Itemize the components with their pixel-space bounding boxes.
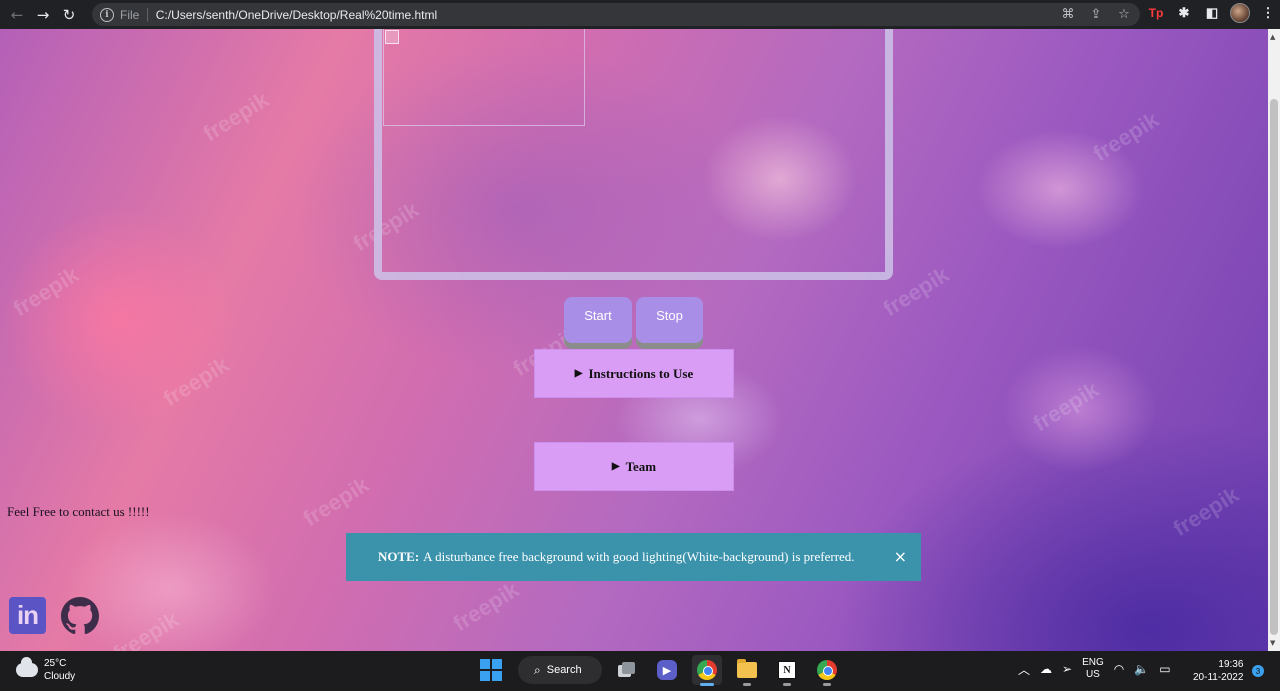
chrome-icon <box>697 660 717 680</box>
omnibox-separator: | <box>145 7 150 22</box>
chevron-up-icon[interactable]: ︿ <box>1018 661 1030 678</box>
windows-start-icon[interactable] <box>480 659 502 681</box>
watermark-text: freepik <box>8 261 84 322</box>
watermark-text: freepik <box>158 351 234 412</box>
url-text[interactable]: C:/Users/senth/OneDrive/Desktop/Real%20t… <box>156 8 437 22</box>
clock[interactable]: 19:36 20-11-2022 <box>1193 658 1243 684</box>
location-arrow-icon[interactable]: ➢ <box>1062 662 1072 676</box>
notion-icon: N <box>778 661 796 679</box>
disclosure-triangle-icon: ▶ <box>574 368 583 379</box>
instructions-details[interactable]: ▶ Instructions to Use <box>534 349 734 398</box>
clock-date: 20-11-2022 <box>1193 672 1244 683</box>
watermark-text: freepik <box>108 606 184 651</box>
onedrive-cloud-icon[interactable]: ☁ <box>1040 662 1052 676</box>
info-icon[interactable]: i <box>100 7 114 22</box>
scroll-up-icon[interactable]: ▲ <box>1270 33 1275 41</box>
forward-icon[interactable]: → <box>30 2 56 28</box>
reload-icon[interactable]: ↻ <box>56 2 82 28</box>
watermark-text: freepik <box>1168 481 1244 542</box>
weather-condition: Cloudy <box>44 671 76 682</box>
extensions-puzzle-icon[interactable]: ✱ <box>1174 3 1194 23</box>
notion-app[interactable]: N <box>772 655 802 686</box>
scrollbar-thumb[interactable] <box>1270 99 1278 635</box>
notification-badge[interactable]: 3 <box>1252 665 1264 677</box>
address-bar[interactable]: i File | C:/Users/senth/OneDrive/Desktop… <box>92 3 1140 26</box>
taskbar: 25°C Cloudy ⌕ Search ▶ N ︿ ☁ ➢ ENG US ◠ … <box>0 651 1280 691</box>
teams-chat-icon: ▶ <box>657 660 677 680</box>
broken-image-icon <box>385 30 399 44</box>
note-label: NOTE: <box>378 549 420 564</box>
watermark-text: freepik <box>1028 376 1104 437</box>
clock-time: 19:36 <box>1218 659 1244 670</box>
teams-app[interactable]: ▶ <box>652 655 682 685</box>
linkedin-label: in <box>16 600 39 630</box>
contact-text: Feel Free to contact us !!!!! <box>7 504 150 519</box>
weather-widget[interactable]: 25°C Cloudy <box>16 657 75 683</box>
watermark-text: freepik <box>298 471 374 532</box>
scheme-label: File <box>120 7 140 22</box>
system-tray: ︿ ☁ ➢ ENG US ◠ 🔈 ▭ <box>1018 657 1171 681</box>
bookmark-star-icon[interactable]: ☆ <box>1116 6 1132 22</box>
wifi-icon[interactable]: ◠ <box>1114 662 1124 676</box>
page-viewport: freepik freepik freepik freepik freepik … <box>0 29 1268 651</box>
folder-icon <box>737 659 757 678</box>
note-alert: NOTE: A disturbance free background with… <box>346 533 921 581</box>
instructions-summary: Instructions to Use <box>588 365 694 381</box>
close-icon[interactable]: × <box>894 547 907 566</box>
chrome-profile-app[interactable] <box>812 655 842 686</box>
disclosure-triangle-icon: ▶ <box>611 461 620 472</box>
battery-icon[interactable]: ▭ <box>1159 662 1170 676</box>
watermark-text: freepik <box>198 86 274 147</box>
file-explorer-app[interactable] <box>732 655 762 686</box>
menu-kebab-icon[interactable]: ⋮ <box>1258 3 1278 23</box>
cloud-icon <box>16 657 38 677</box>
task-view-button[interactable] <box>612 655 642 685</box>
webcam-image <box>383 29 585 126</box>
search-icon: ⌕ <box>534 662 541 677</box>
profile-avatar[interactable] <box>1230 3 1250 23</box>
chrome-app-active[interactable] <box>692 655 722 686</box>
start-button[interactable]: Start <box>564 297 632 343</box>
task-view-icon <box>618 662 636 678</box>
stop-button[interactable]: Stop <box>636 297 703 343</box>
linkedin-icon[interactable]: in <box>9 597 46 634</box>
lang-code: ENG <box>1082 657 1104 668</box>
watermark-text: freepik <box>1088 106 1164 167</box>
side-panel-icon[interactable]: ◧ <box>1202 3 1222 23</box>
language-indicator[interactable]: ENG US <box>1082 657 1104 681</box>
browser-toolbar: ← → ↻ i File | C:/Users/senth/OneDrive/D… <box>0 0 1280 29</box>
note-message: A disturbance free background with good … <box>423 549 855 564</box>
vertical-scrollbar[interactable]: ▲ ▼ <box>1268 29 1280 651</box>
temperature: 25°C <box>44 658 67 669</box>
team-summary: Team <box>625 458 657 474</box>
watermark-text: freepik <box>448 576 524 637</box>
translate-icon[interactable]: ⌘ <box>1060 6 1076 22</box>
team-details[interactable]: ▶ Team <box>534 442 734 491</box>
taskbar-search[interactable]: ⌕ Search <box>518 656 602 684</box>
tp-extension-icon[interactable]: Tp <box>1146 3 1166 23</box>
chrome-icon <box>817 660 837 680</box>
scroll-down-icon[interactable]: ▼ <box>1270 639 1275 647</box>
share-icon[interactable]: ⇪ <box>1088 6 1104 22</box>
github-icon[interactable] <box>61 597 99 635</box>
search-label: Search <box>546 664 582 676</box>
region-code: US <box>1085 669 1100 680</box>
back-icon[interactable]: ← <box>4 2 30 28</box>
speaker-muted-icon[interactable]: 🔈 <box>1134 662 1149 676</box>
